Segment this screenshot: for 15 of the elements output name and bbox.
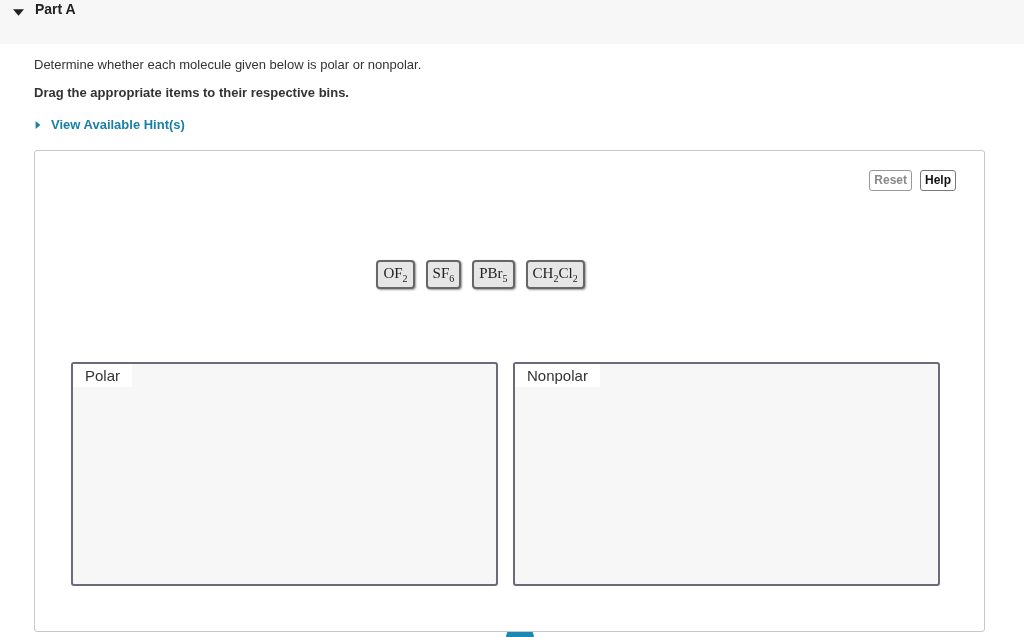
- bin-label: Polar: [73, 364, 133, 387]
- expand-triangle-icon[interactable]: [34, 120, 42, 130]
- instructions-text: Determine whether each molecule given below is polar or nonpolar.: [34, 57, 423, 73]
- help-button[interactable]: Help: [920, 170, 956, 191]
- draggable-item[interactable]: CH$_{2}$Cl$_{2}$: [525, 260, 585, 289]
- draggable-item[interactable]: OF$_{2}$: [376, 260, 415, 289]
- hint-link[interactable]: View Available Hint(s): [34, 117, 185, 133]
- collapse-triangle-icon[interactable]: [13, 7, 24, 18]
- part-title: Part A: [35, 1, 76, 17]
- task-text: Drag the appropriate items to their respective bins.: [34, 85, 350, 101]
- drop-bin[interactable]: Nonpolar: [513, 362, 940, 586]
- drop-bin[interactable]: Polar: [71, 362, 498, 586]
- draggable-item[interactable]: PBr$_{5}$: [472, 260, 515, 289]
- draggable-item[interactable]: SF$_{6}$: [425, 260, 462, 289]
- bin-label: Nonpolar: [515, 364, 600, 387]
